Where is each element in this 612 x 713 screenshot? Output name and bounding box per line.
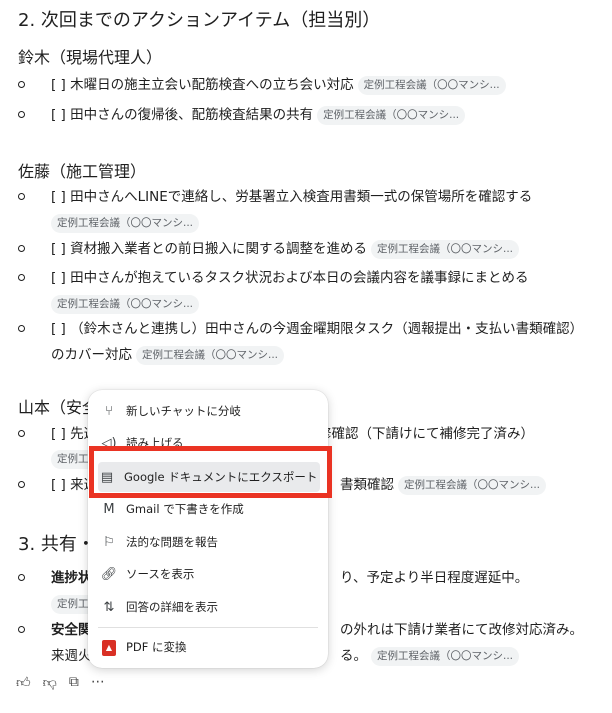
- yamamoto-heading: 山本（安全: [18, 398, 99, 417]
- list-item: [ ] （鈴木さんと連携し）田中さんの今週金曜期限タスク（週報提出・支払い書類確…: [18, 316, 608, 368]
- item-text-cont: のカバー対応: [51, 347, 132, 363]
- response-actions: 👍︎ 👎︎ ⧉ ⋯: [16, 674, 105, 691]
- sato-heading: 佐藤（施工管理）: [18, 162, 147, 181]
- more-icon[interactable]: ⋯: [91, 674, 105, 691]
- item-text: 書類確認: [340, 477, 394, 493]
- item-text: [ ] （鈴木さんと連携し）田中さんの今週金曜期限タスク（週報提出・支払い書類確…: [51, 321, 584, 337]
- item-text: 修確認（下請けにて補修完了済み）: [318, 426, 534, 442]
- menu-item-report-legal[interactable]: ⚐ 法的な問題を報告: [100, 527, 318, 557]
- item-text: の外れは下請け業者にて改修対応済み。: [340, 622, 583, 638]
- thumbs-up-icon[interactable]: 👍︎: [16, 674, 31, 691]
- menu-item-branch-chat[interactable]: ⑂ 新しいチャットに分岐: [100, 396, 318, 426]
- item-text: [ ] 木曜日の施主立会い配筋検査への立ち会い対応: [51, 77, 354, 93]
- source-chip[interactable]: 定例工程会議（〇〇マンシ...: [317, 105, 466, 125]
- item-text: [ ] 田中さんへLINEで連絡し、労基署立入検査用書類一式の保管場所を確認する: [51, 189, 533, 205]
- menu-item-convert-pdf[interactable]: ▲ PDF に変換: [100, 632, 318, 662]
- details-icon: ⇅: [103, 599, 115, 615]
- bullet-icon: [18, 325, 25, 332]
- section-3-title: 3. 共有・: [18, 534, 95, 555]
- bullet-icon: [18, 626, 25, 633]
- item-text-cont: る。: [340, 648, 367, 664]
- menu-item-show-sources[interactable]: 🔗︎ ソースを表示: [100, 559, 318, 589]
- list-item: [ ] 木曜日の施主立会い配筋検査への立ち会い対応 定例工程会議（〇〇マンシ...: [18, 72, 608, 98]
- bullet-icon: [18, 193, 25, 200]
- menu-item-answer-details[interactable]: ⇅ 回答の詳細を表示: [100, 592, 318, 622]
- menu-item-label: 新しいチャットに分岐: [126, 404, 241, 418]
- bullet-icon: [18, 481, 25, 488]
- suzuki-heading: 鈴木（現場代理人）: [18, 48, 163, 67]
- source-chip[interactable]: 定例工程会議（〇〇マンシ...: [136, 345, 285, 365]
- menu-item-label: 法的な問題を報告: [126, 535, 218, 549]
- bullet-icon: [18, 245, 25, 252]
- item-text: [ ] 資材搬入業者との前日搬入に関する調整を進める: [51, 241, 367, 257]
- menu-item-label: 回答の詳細を表示: [126, 600, 218, 614]
- list-item: [ ] 田中さんが抱えているタスク状況および本日の会議内容を議事録にまとめる 定…: [18, 265, 608, 317]
- source-chip[interactable]: 定例工程会議（〇〇マンシ...: [398, 475, 547, 495]
- item-text: [ ] 田中さんの復帰後、配筋検査結果の共有: [51, 107, 314, 123]
- item-text-right: 修確認（下請けにて補修完了済み）: [318, 421, 608, 447]
- item-text-right: り、予定より半日程度遅延中。: [340, 565, 608, 591]
- branch-icon: ⑂: [105, 403, 113, 419]
- more-actions-menu: ⑂ 新しいチャットに分岐 ◁) 読み上げる ▤ Google ドキュメントにエクスポー…: [88, 390, 328, 668]
- item-bold: 進捗状: [51, 570, 92, 586]
- source-chip[interactable]: 定例工程会議（〇〇マンシ...: [357, 75, 506, 95]
- list-item: [ ] 田中さんの復帰後、配筋検査結果の共有 定例工程会議（〇〇マンシ...: [18, 102, 608, 128]
- bullet-icon: [18, 430, 25, 437]
- menu-item-gmail-draft[interactable]: M Gmail で下書きを作成: [100, 494, 318, 524]
- source-chip[interactable]: 定例工程会議（〇〇マンシ...: [51, 214, 200, 233]
- item-text: [ ] 田中さんが抱えているタスク状況および本日の会議内容を議事録にまとめる: [51, 270, 529, 286]
- menu-item-label: ソースを表示: [126, 567, 195, 581]
- bullet-icon: [18, 274, 25, 281]
- section-2-title: 2. 次回までのアクションアイテム（担当別）: [18, 10, 381, 31]
- item-text: り、予定より半日程度遅延中。: [340, 570, 529, 586]
- mail-icon: M: [103, 501, 115, 517]
- source-chip[interactable]: 定例工程会議（〇〇マンシ...: [51, 295, 200, 314]
- list-item: [ ] 資材搬入業者との前日搬入に関する調整を進める 定例工程会議（〇〇マンシ..…: [18, 236, 608, 262]
- thumbs-down-icon[interactable]: 👎︎: [43, 674, 57, 691]
- flag-icon: ⚐: [103, 534, 115, 550]
- bullet-icon: [18, 81, 25, 88]
- source-chip[interactable]: 定例工程会議（〇〇マンシ...: [371, 646, 520, 666]
- item-text-right: の外れは下請け業者にて改修対応済み。 る。 定例工程会議（〇〇マンシ...: [340, 617, 608, 669]
- menu-divider: [98, 627, 318, 628]
- copy-icon[interactable]: ⧉: [69, 674, 79, 691]
- pdf-icon: ▲: [100, 639, 118, 656]
- menu-item-label: Gmail で下書きを作成: [126, 502, 244, 516]
- item-bold: 安全関: [51, 622, 92, 638]
- source-chip[interactable]: 定例工程会議（〇〇マンシ...: [370, 239, 519, 259]
- link-icon: 🔗︎: [100, 566, 118, 582]
- list-item: [ ] 田中さんへLINEで連絡し、労基署立入検査用書類一式の保管場所を確認する…: [18, 184, 608, 236]
- highlight-box: [89, 446, 332, 498]
- menu-item-label: PDF に変換: [126, 640, 187, 654]
- bullet-icon: [18, 574, 25, 581]
- bullet-icon: [18, 111, 25, 118]
- item-text-right: 書類確認 定例工程会議（〇〇マンシ...: [340, 472, 608, 498]
